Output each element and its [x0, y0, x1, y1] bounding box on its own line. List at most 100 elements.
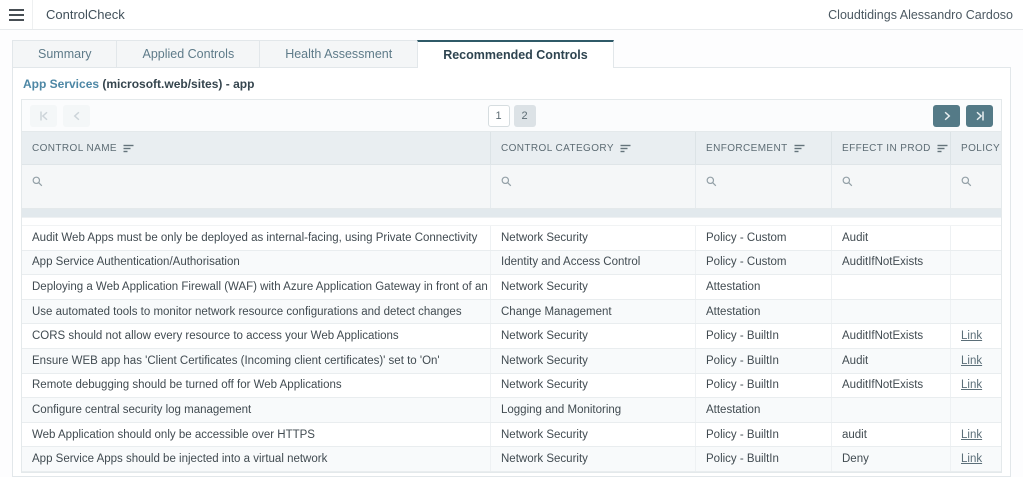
next-page-icon [941, 110, 953, 122]
search-icon [842, 174, 853, 191]
filter-input-control-category[interactable] [491, 165, 696, 208]
last-page-button[interactable] [966, 105, 993, 127]
search-icon [32, 174, 43, 191]
cell-effect-in-prod: AuditIfNotExists [832, 251, 951, 275]
cell-enforcement: Policy - Custom [696, 251, 832, 275]
cell-policy-url: Link [951, 374, 1001, 398]
tab-health-assessment[interactable]: Health Assessment [259, 40, 418, 67]
page-button-2[interactable]: 2 [514, 105, 536, 127]
cell-policy-url: Link [951, 324, 1001, 348]
cell-control-name: App Service Apps should be injected into… [22, 447, 491, 471]
column-header-policy-url[interactable]: POLICY URL [951, 132, 1001, 164]
column-header-control-name[interactable]: CONTROL NAME [22, 132, 491, 164]
sort-icon[interactable] [794, 144, 805, 153]
cell-policy-url: Link [951, 447, 1001, 471]
paginator: 12 [22, 100, 1001, 132]
cell-policy-url [951, 251, 1001, 275]
cell-enforcement: Policy - Custom [696, 226, 832, 250]
column-header-enforcement[interactable]: ENFORCEMENT [696, 132, 832, 164]
filter-input-effect-in-prod[interactable] [832, 165, 951, 208]
first-page-button[interactable] [30, 105, 57, 127]
hamburger-menu-icon[interactable] [0, 0, 33, 29]
table-row: App Service Apps should be injected into… [22, 447, 1001, 472]
user-name: Cloudtidings Alessandro Cardoso [828, 8, 1023, 22]
column-label: EFFECT IN PROD [842, 143, 931, 154]
policy-link[interactable]: Link [961, 330, 982, 342]
column-label: CONTROL CATEGORY [501, 143, 614, 154]
last-page-icon [974, 110, 986, 122]
cell-enforcement: Policy - BuiltIn [696, 447, 832, 471]
column-header-effect-in-prod[interactable]: EFFECT IN PROD [832, 132, 951, 164]
sort-icon[interactable] [123, 144, 134, 153]
table-row: App Service Authentication/Authorisation… [22, 251, 1001, 276]
cell-enforcement: Policy - BuiltIn [696, 423, 832, 447]
table-header-row: CONTROL NAME CONTROL CATEGORY ENFORCEMENT E… [22, 132, 1001, 165]
cell-control-name: CORS should not allow every resource to … [22, 324, 491, 348]
cell-enforcement: Attestation [696, 398, 832, 422]
column-label: POLICY URL [961, 143, 1001, 154]
policy-link[interactable]: Link [961, 379, 982, 391]
cell-control-name: Use automated tools to monitor network r… [22, 300, 491, 324]
next-page-button[interactable] [933, 105, 960, 127]
column-header-control-category[interactable]: CONTROL CATEGORY [491, 132, 696, 164]
cell-enforcement: Attestation [696, 300, 832, 324]
cell-control-category: Logging and Monitoring [491, 398, 696, 422]
tab-recommended-controls[interactable]: Recommended Controls [417, 40, 613, 68]
previous-page-button[interactable] [63, 105, 90, 127]
cell-control-name: Ensure WEB app has 'Client Certificates … [22, 349, 491, 373]
cell-control-name: Audit Web Apps must be only be deployed … [22, 226, 491, 250]
resource-detail: (microsoft.web/sites) - app [99, 77, 254, 91]
sort-icon[interactable] [937, 144, 948, 153]
table-row: Ensure WEB app has 'Client Certificates … [22, 349, 1001, 374]
cell-effect-in-prod: AuditIfNotExists [832, 374, 951, 398]
cell-control-category: Network Security [491, 226, 696, 250]
table-body: Audit Web Apps must be only be deployed … [22, 226, 1001, 472]
column-label: CONTROL NAME [32, 143, 117, 154]
previous-page-icon [71, 110, 83, 122]
tab-summary[interactable]: Summary [12, 40, 117, 67]
filter-input-enforcement[interactable] [696, 165, 832, 208]
group-strip [22, 209, 1001, 218]
cell-effect-in-prod: Audit [832, 349, 951, 373]
cell-policy-url: Link [951, 423, 1001, 447]
policy-link[interactable]: Link [961, 429, 982, 441]
cell-effect-in-prod [832, 398, 951, 422]
cell-control-category: Identity and Access Control [491, 251, 696, 275]
cell-control-category: Network Security [491, 324, 696, 348]
search-icon [961, 174, 972, 191]
app-title: ControlCheck [33, 7, 125, 22]
cell-policy-url [951, 300, 1001, 324]
cell-enforcement: Attestation [696, 275, 832, 299]
table-row: Audit Web Apps must be only be deployed … [22, 226, 1001, 251]
cell-effect-in-prod [832, 275, 951, 299]
column-label: ENFORCEMENT [706, 143, 788, 154]
paginator-pages: 12 [93, 105, 930, 127]
cell-control-category: Change Management [491, 300, 696, 324]
filter-input-policy-url[interactable] [951, 165, 1001, 208]
cell-effect-in-prod [832, 300, 951, 324]
cell-effect-in-prod: Deny [832, 447, 951, 471]
table-row: Use automated tools to monitor network r… [22, 300, 1001, 325]
policy-link[interactable]: Link [961, 453, 982, 465]
filter-input-control-name[interactable] [22, 165, 491, 208]
cell-control-name: Remote debugging should be turned off fo… [22, 374, 491, 398]
sort-icon[interactable] [620, 144, 631, 153]
first-page-icon [38, 110, 50, 122]
cell-control-category: Network Security [491, 275, 696, 299]
policy-link[interactable]: Link [961, 355, 982, 367]
cell-effect-in-prod: Audit [832, 226, 951, 250]
tab-applied-controls[interactable]: Applied Controls [116, 40, 260, 67]
cell-enforcement: Policy - BuiltIn [696, 349, 832, 373]
table-row: Configure central security log managemen… [22, 398, 1001, 423]
table-row: Web Application should only be accessibl… [22, 423, 1001, 448]
cell-control-category: Network Security [491, 423, 696, 447]
resource-title: App Services (microsoft.web/sites) - app [13, 68, 1010, 99]
table-row: CORS should not allow every resource to … [22, 324, 1001, 349]
page-button-1[interactable]: 1 [488, 105, 510, 127]
cell-effect-in-prod: AuditIfNotExists [832, 324, 951, 348]
tab-bar: SummaryApplied ControlsHealth Assessment… [12, 40, 1023, 67]
table-row: Deploying a Web Application Firewall (WA… [22, 275, 1001, 300]
cell-control-name: Configure central security log managemen… [22, 398, 491, 422]
cell-policy-url [951, 398, 1001, 422]
cell-policy-url: Link [951, 349, 1001, 373]
